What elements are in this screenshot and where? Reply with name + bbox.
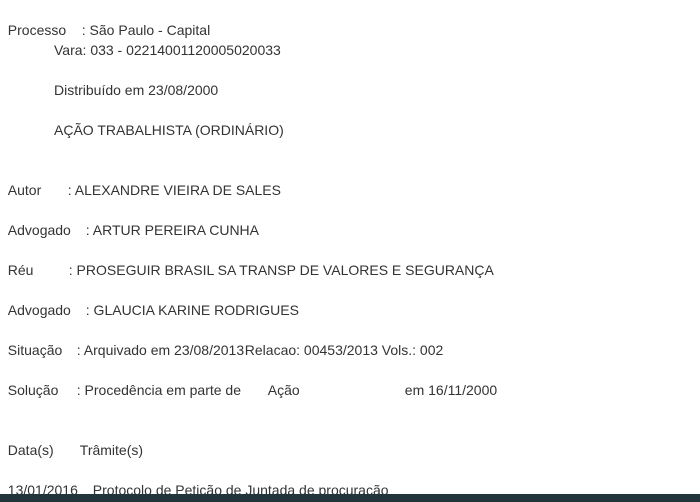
advogado-autor-label: Advogado: [7, 222, 71, 238]
advogado-reu-value: : GLAUCIA KARINE RODRIGUES: [85, 302, 299, 318]
solucao-row: Solução : Procedência em parte de Ação em 1…: [0, 360, 497, 398]
advogado-autor-value: : ARTUR PEREIRA CUNHA: [85, 222, 260, 238]
advogado-reu-row: Advogado : GLAUCIA KARINE RODRIGUES: [0, 280, 299, 318]
reu-row: Réu : PROSEGUIR BRASIL SA TRANSP DE VALOR…: [0, 240, 494, 278]
situacao-value: : Arquivado em 23/08/2013: [76, 342, 245, 358]
advogado-reu-label: Advogado: [7, 302, 71, 318]
acao-line: AÇÃO TRABALHISTA (ORDINÁRIO): [54, 122, 284, 138]
situacao-relacao: Relacao: 00453/2013 Vols.: 002: [244, 342, 444, 358]
processo-label: Processo: [7, 22, 67, 38]
autor-label: Autor: [7, 182, 42, 198]
autor-row: Autor : ALEXANDRE VIEIRA DE SALES: [0, 160, 281, 198]
distribuido-line: Distribuído em 23/08/2000: [54, 82, 219, 98]
tramite-row: 13/01/2016 Protocolo de Petição de Juntad…: [0, 460, 389, 498]
tramites-header: Data(s) Trâmite(s): [0, 420, 143, 458]
solucao-label: Solução: [7, 382, 59, 398]
reu-label: Réu: [7, 262, 34, 278]
solucao-data: em 16/11/2000: [404, 382, 498, 398]
advogado-autor-row: Advogado : ARTUR PEREIRA CUNHA: [0, 200, 259, 238]
reu-value: : PROSEGUIR BRASIL SA TRANSP DE VALORES …: [68, 262, 494, 278]
autor-value: : ALEXANDRE VIEIRA DE SALES: [67, 182, 281, 198]
situacao-row: Situação : Arquivado em 23/08/2013Relacao…: [0, 320, 444, 358]
processo-row: Processo : São Paulo - Capital: [0, 0, 210, 38]
solucao-acao: Ação: [267, 382, 300, 398]
tramites-header-date: Data(s): [7, 442, 54, 458]
processo-value: : São Paulo - Capital: [81, 22, 211, 38]
situacao-label: Situação: [7, 342, 63, 358]
solucao-value: : Procedência em parte de: [76, 382, 241, 398]
tramites-header-text: Trâmite(s): [79, 442, 144, 458]
page: { "processo": { "label": "Processo", "va…: [0, 0, 700, 502]
vara-line: Vara: 033 - 02214001120005020033: [54, 42, 281, 58]
bottom-bar: [0, 494, 700, 502]
